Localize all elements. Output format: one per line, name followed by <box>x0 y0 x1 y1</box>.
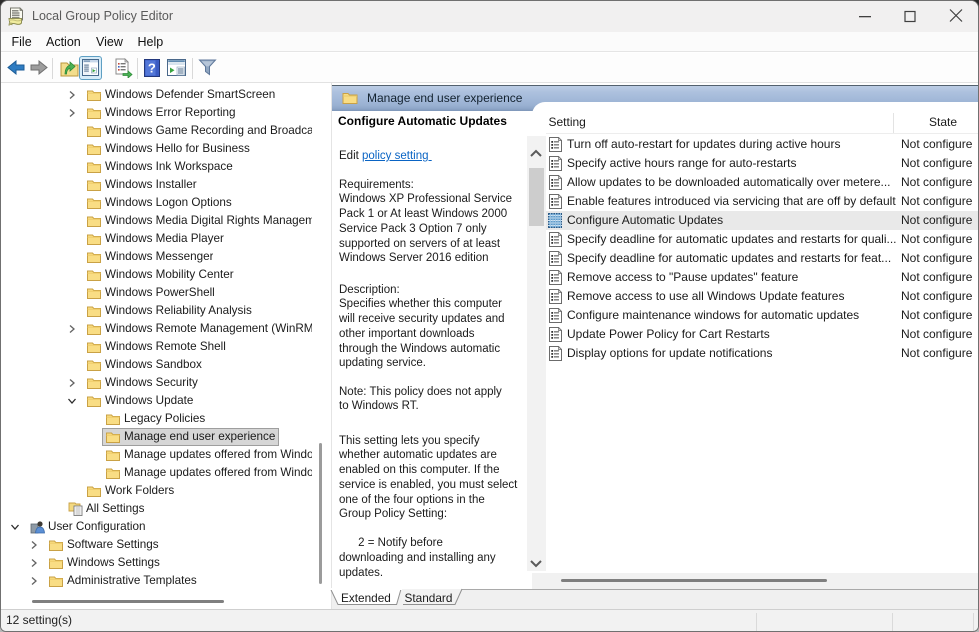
svg-text:?: ? <box>148 61 156 76</box>
